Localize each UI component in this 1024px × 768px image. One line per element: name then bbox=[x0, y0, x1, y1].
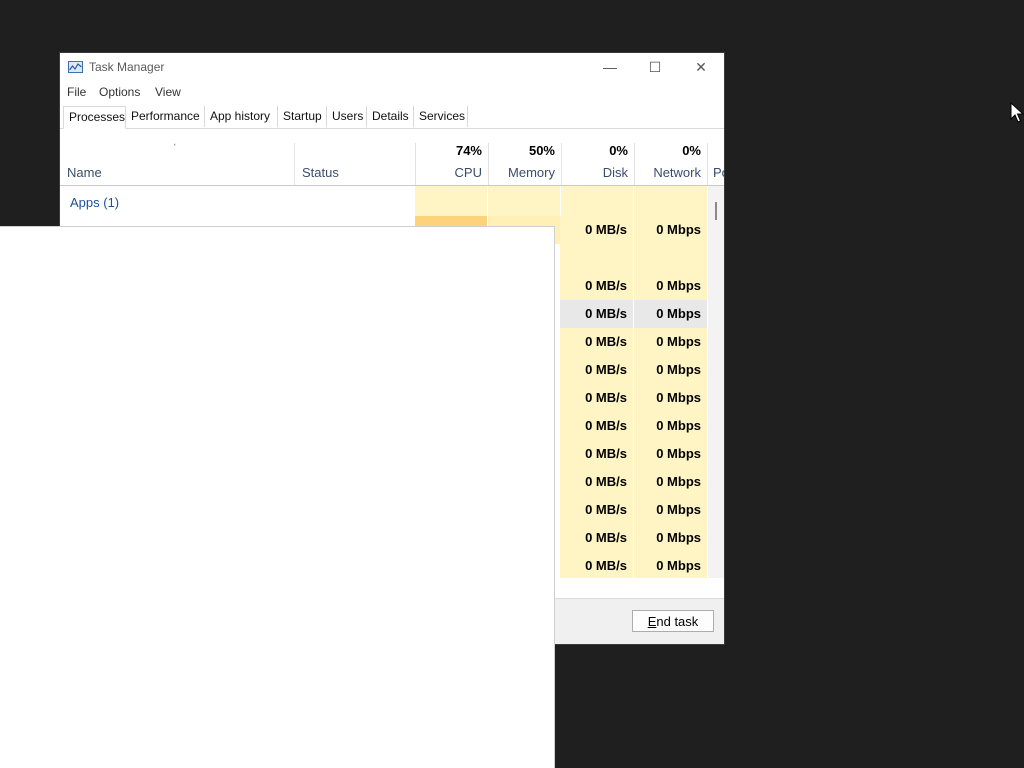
network-cell: 0 Mbps bbox=[634, 300, 707, 328]
network-cell: 0 Mbps bbox=[634, 496, 707, 524]
group-cpu-cell bbox=[415, 186, 487, 216]
tab-details[interactable]: Details bbox=[367, 106, 414, 127]
disk-percent: 0% bbox=[609, 143, 628, 158]
tab-processes[interactable]: Processes bbox=[63, 106, 126, 129]
column-memory-label: Memory bbox=[508, 165, 555, 180]
disk-cell: 0 MB/s bbox=[560, 272, 633, 300]
menu-options[interactable]: Options bbox=[99, 85, 140, 99]
network-cell bbox=[634, 244, 707, 272]
menu-view[interactable]: View bbox=[155, 85, 181, 99]
disk-cell: 0 MB/s bbox=[560, 412, 633, 440]
network-cell: 0 Mbps bbox=[634, 216, 707, 244]
disk-cell: 0 MB/s bbox=[560, 356, 633, 384]
disk-cell: 0 MB/s bbox=[560, 300, 633, 328]
column-cpu-label: CPU bbox=[454, 165, 482, 180]
column-cpu[interactable]: 74% CPU bbox=[415, 143, 488, 185]
disk-cell: 0 MB/s bbox=[560, 496, 633, 524]
disk-cell: 0 MB/s bbox=[560, 468, 633, 496]
network-cell: 0 Mbps bbox=[634, 356, 707, 384]
network-cell: 0 Mbps bbox=[634, 272, 707, 300]
network-cell: 0 Mbps bbox=[634, 440, 707, 468]
tab-app-history[interactable]: App history bbox=[205, 106, 278, 127]
network-cell: 0 Mbps bbox=[634, 468, 707, 496]
group-memory-cell bbox=[488, 186, 560, 216]
disk-cell: 0 MB/s bbox=[560, 328, 633, 356]
column-disk[interactable]: 0% Disk bbox=[561, 143, 634, 185]
tab-startup[interactable]: Startup bbox=[278, 106, 327, 127]
column-power[interactable]: Po bbox=[707, 143, 724, 185]
mouse-cursor-icon bbox=[1010, 102, 1024, 123]
window-title: Task Manager bbox=[89, 60, 165, 74]
column-disk-label: Disk bbox=[602, 165, 628, 180]
network-percent: 0% bbox=[682, 143, 701, 158]
group-label: Apps (1) bbox=[70, 195, 120, 210]
column-name-label: Name bbox=[67, 165, 102, 180]
network-cell: 0 Mbps bbox=[634, 328, 707, 356]
group-disk-cell bbox=[561, 186, 633, 216]
vertical-scrollbar[interactable] bbox=[708, 186, 724, 578]
end-task-button[interactable]: End task bbox=[632, 610, 714, 632]
scrollbar-thumb[interactable] bbox=[715, 202, 717, 220]
column-name[interactable]: ˈ Name bbox=[60, 143, 294, 185]
network-cell: 0 Mbps bbox=[634, 412, 707, 440]
network-cell: 0 Mbps bbox=[634, 552, 707, 578]
tab-users[interactable]: Users bbox=[327, 106, 367, 127]
minimize-button[interactable]: — bbox=[587, 53, 633, 83]
column-status[interactable]: Status bbox=[294, 143, 415, 185]
end-task-label: nd task bbox=[656, 614, 699, 629]
tab-services[interactable]: Services bbox=[414, 106, 468, 127]
group-header-apps[interactable]: Apps (1) bbox=[60, 186, 708, 216]
maximize-button[interactable]: ☐ bbox=[632, 53, 678, 83]
column-power-label: Po bbox=[713, 165, 724, 180]
disk-cell bbox=[560, 244, 633, 272]
memory-percent: 50% bbox=[528, 143, 555, 158]
menu-file[interactable]: File bbox=[67, 85, 86, 99]
close-button[interactable]: ✕ bbox=[678, 53, 724, 83]
column-status-label: Status bbox=[302, 165, 339, 180]
network-cell: 0 Mbps bbox=[634, 524, 707, 552]
overlay-window[interactable] bbox=[0, 226, 555, 768]
column-network[interactable]: 0% Network bbox=[634, 143, 707, 185]
tab-performance[interactable]: Performance bbox=[126, 106, 205, 127]
disk-cell: 0 MB/s bbox=[560, 552, 633, 578]
tab-strip: Processes Performance App history Startu… bbox=[60, 106, 724, 129]
menu-bar: File Options View bbox=[60, 83, 724, 103]
disk-cell: 0 MB/s bbox=[560, 524, 633, 552]
disk-cell: 0 MB/s bbox=[560, 216, 633, 244]
column-header: ˈ Name Status 74% CPU 50% Memory 0% Disk… bbox=[60, 143, 724, 186]
network-cell: 0 Mbps bbox=[634, 384, 707, 412]
title-bar[interactable]: Task Manager — ☐ ✕ bbox=[60, 53, 724, 83]
column-memory[interactable]: 50% Memory bbox=[488, 143, 561, 185]
cpu-percent: 74% bbox=[455, 143, 482, 158]
column-network-label: Network bbox=[653, 165, 701, 180]
disk-cell: 0 MB/s bbox=[560, 440, 633, 468]
disk-cell: 0 MB/s bbox=[560, 384, 633, 412]
group-network-cell bbox=[634, 186, 707, 216]
task-manager-icon bbox=[68, 61, 83, 73]
sort-indicator-icon: ˈ bbox=[173, 143, 177, 155]
